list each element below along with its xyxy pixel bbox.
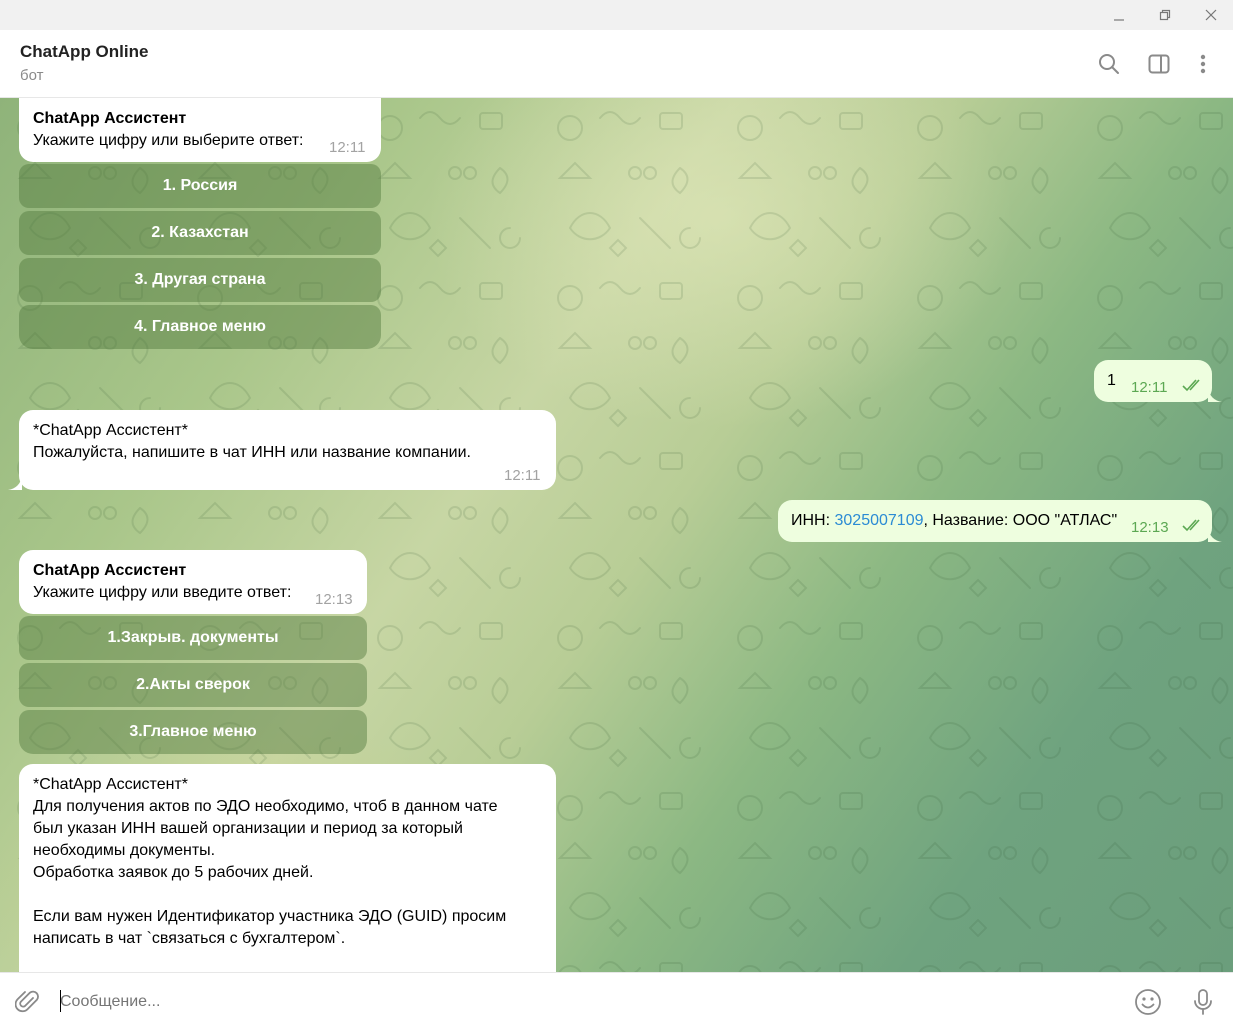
message-text-line: *ChatApp Ассистент* bbox=[33, 776, 188, 793]
message-text-line: Для получения актов по ЭДО необходимо, ч… bbox=[33, 798, 498, 815]
emoji-icon[interactable] bbox=[1133, 987, 1163, 1017]
attach-icon[interactable] bbox=[13, 987, 43, 1017]
message-input[interactable] bbox=[60, 991, 1060, 1013]
bubble-tail bbox=[1208, 388, 1222, 402]
message-time: 12:11 bbox=[1131, 379, 1168, 396]
inline-button-kazakhstan[interactable]: 2. Казахстан bbox=[19, 211, 381, 255]
message-sender: ChatApp Ассистент bbox=[33, 562, 187, 579]
message-time: 12:13 bbox=[1131, 519, 1169, 536]
message-text: Укажите цифру или выберите ответ: bbox=[33, 132, 304, 149]
minimize-icon[interactable] bbox=[1096, 0, 1142, 30]
inline-button-russia[interactable]: 1. Россия bbox=[19, 164, 381, 208]
message-text: Укажите цифру или введите ответ: bbox=[33, 584, 292, 601]
restore-icon[interactable] bbox=[1142, 0, 1188, 30]
message-text-line: Обработка заявок до 5 рабочих дней. bbox=[33, 864, 314, 881]
message-text-line: был указан ИНН вашей организации и перио… bbox=[33, 820, 463, 837]
message-sender: ChatApp Ассистент bbox=[33, 110, 187, 127]
double-check-icon bbox=[1182, 377, 1204, 399]
message-text-line: Пожалуйста, напишите в чат ИНН или назва… bbox=[33, 444, 471, 461]
message-text-line: необходимы документы. bbox=[33, 842, 216, 859]
message-bubble-outgoing: 1 12:11 bbox=[1094, 360, 1212, 402]
inline-button-main-menu[interactable]: 4. Главное меню bbox=[19, 305, 381, 349]
message-time: 12:11 bbox=[329, 139, 366, 156]
message-text: ИНН: 3025007109, Название: ООО "АТЛАС" bbox=[791, 510, 1117, 532]
sidebar-toggle-icon[interactable] bbox=[1145, 50, 1173, 78]
more-vertical-icon[interactable] bbox=[1189, 50, 1217, 78]
chat-header: ChatApp Online бот bbox=[0, 30, 1233, 98]
inline-button-main-menu[interactable]: 3.Главное меню bbox=[19, 710, 367, 754]
chat-subtitle: бот bbox=[20, 67, 44, 84]
message-text-line: *ChatApp Ассистент* bbox=[33, 422, 188, 439]
message-time: 12:11 bbox=[504, 467, 541, 484]
microphone-icon[interactable] bbox=[1188, 987, 1218, 1017]
message-composer bbox=[0, 972, 1233, 1031]
message-bubble-incoming: *ChatApp Ассистент* Пожалуйста, напишите… bbox=[19, 410, 556, 490]
message-bubble-incoming: ChatApp Ассистент Укажите цифру или выбе… bbox=[19, 98, 381, 162]
message-text-prefix: ИНН: bbox=[791, 512, 835, 529]
inline-button-reconciliation-acts[interactable]: 2.Акты сверок bbox=[19, 663, 367, 707]
message-bubble-incoming: *ChatApp Ассистент* Для получения актов … bbox=[19, 764, 556, 972]
text-cursor bbox=[60, 990, 61, 1012]
message-bubble-outgoing: ИНН: 3025007109, Название: ООО "АТЛАС" 1… bbox=[778, 500, 1212, 542]
inn-link[interactable]: 3025007109 bbox=[835, 512, 924, 529]
message-text-line: написать в чат `связаться с бухгалтером`… bbox=[33, 930, 346, 947]
close-icon[interactable] bbox=[1188, 0, 1233, 30]
message-text: 1 bbox=[1107, 372, 1116, 389]
double-check-icon bbox=[1182, 517, 1204, 539]
chat-title[interactable]: ChatApp Online bbox=[20, 42, 148, 62]
message-time: 12:13 bbox=[315, 591, 353, 608]
inline-button-other-country[interactable]: 3. Другая страна bbox=[19, 258, 381, 302]
search-icon[interactable] bbox=[1095, 50, 1123, 78]
message-bubble-incoming: ChatApp Ассистент Укажите цифру или введ… bbox=[19, 550, 367, 614]
bubble-tail bbox=[8, 476, 22, 490]
message-text-suffix: , Название: ООО "АТЛАС" bbox=[923, 512, 1118, 529]
window-titlebar bbox=[0, 0, 1233, 30]
message-text-line: Если вам нужен Идентификатор участника Э… bbox=[33, 908, 507, 925]
inline-button-closing-documents[interactable]: 1.Закрыв. документы bbox=[19, 616, 367, 660]
bubble-tail bbox=[1208, 528, 1222, 542]
chat-history[interactable]: ChatApp Ассистент Укажите цифру или выбе… bbox=[0, 98, 1233, 972]
